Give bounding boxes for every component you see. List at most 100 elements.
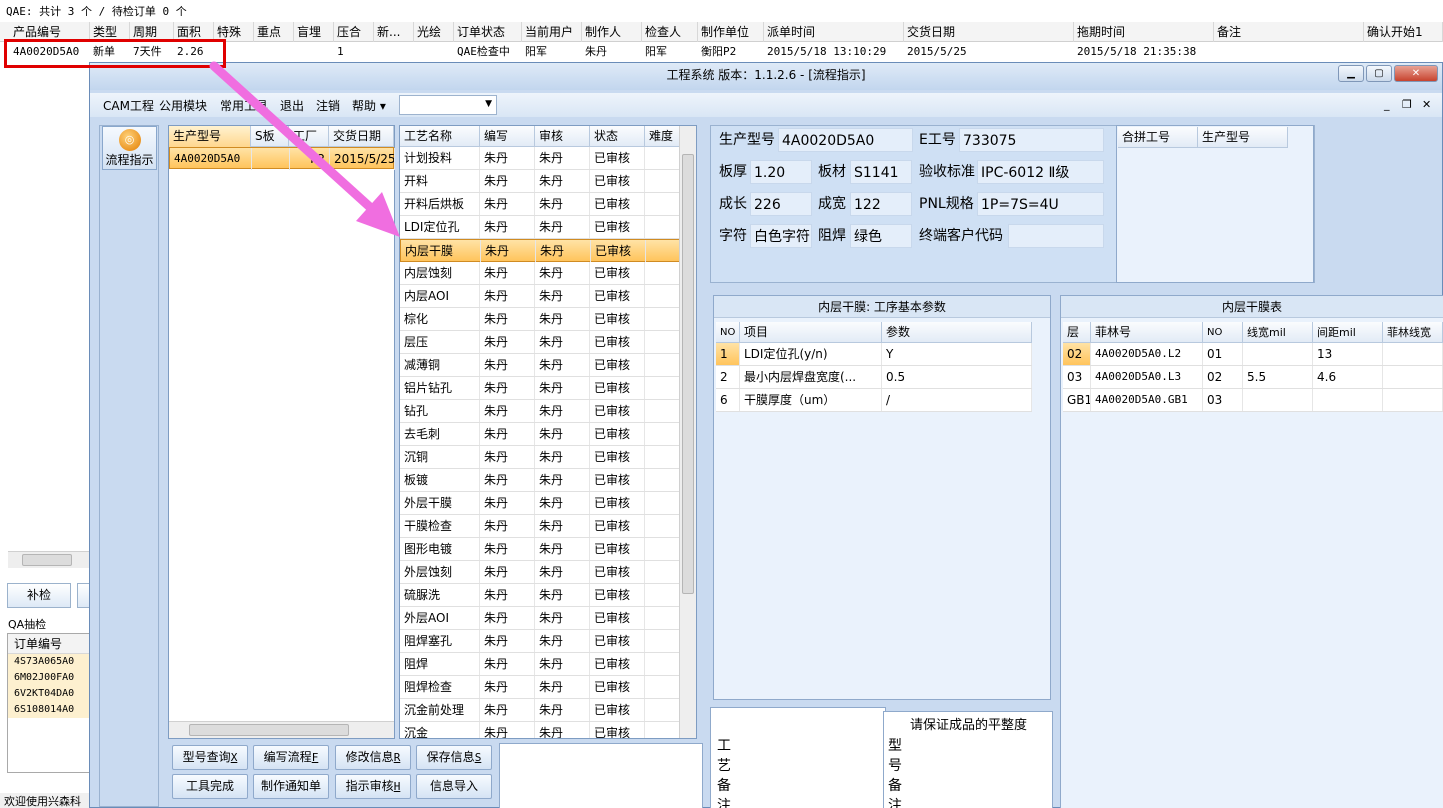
table-row[interactable]: 内层AOI 朱丹 朱丹 已审核 xyxy=(400,285,680,308)
tool-done-button[interactable]: 工具完成 xyxy=(172,774,248,799)
write-flow-button[interactable]: 编写流程F xyxy=(253,745,329,770)
thickness-value[interactable]: 1.20 xyxy=(750,160,812,184)
table-row[interactable]: 阻焊 朱丹 朱丹 已审核 xyxy=(400,653,680,676)
mdi-minimize-icon[interactable]: _ xyxy=(1384,98,1390,111)
table-row[interactable]: 6 干膜厚度（um） / xyxy=(716,389,1032,412)
list-item[interactable]: 6M02J00FA0 xyxy=(8,670,90,686)
maximize-icon[interactable]: ▢ xyxy=(1366,65,1392,82)
table-row[interactable]: 棕化 朱丹 朱丹 已审核 xyxy=(400,308,680,331)
table-row[interactable]: 外层AOI 朱丹 朱丹 已审核 xyxy=(400,607,680,630)
table-row[interactable]: 阻焊检查 朱丹 朱丹 已审核 xyxy=(400,676,680,699)
col-header[interactable]: 工艺名称 xyxy=(400,126,480,147)
table-row[interactable]: 02 4A0020D5A0.L2 01 13 xyxy=(1063,343,1443,366)
menu-combo-select[interactable]: ▼ xyxy=(399,95,497,115)
material-value[interactable]: S1141 xyxy=(850,160,912,184)
scroll-thumb[interactable] xyxy=(22,554,72,566)
list-item[interactable]: 4S73A065A0 xyxy=(8,654,90,670)
table-row[interactable]: 沉金 朱丹 朱丹 已审核 xyxy=(400,722,680,738)
table-row[interactable]: 铝片钻孔 朱丹 朱丹 已审核 xyxy=(400,377,680,400)
process-note-box[interactable]: 工艺备注 xyxy=(710,707,886,808)
col-header[interactable]: 制作单位 xyxy=(698,22,764,42)
col-header[interactable]: 重点 xyxy=(254,22,294,42)
col-header[interactable]: 难度 xyxy=(645,126,680,147)
table-row[interactable]: 开料 朱丹 朱丹 已审核 xyxy=(400,170,680,193)
col-header[interactable]: S板 xyxy=(251,126,289,147)
message-box[interactable] xyxy=(499,743,703,808)
v-scrollbar[interactable] xyxy=(679,126,696,738)
menu-common-module[interactable]: 公用模块 xyxy=(159,97,207,114)
import-info-button[interactable]: 信息导入 xyxy=(416,774,492,799)
recheck-button[interactable]: 补检 xyxy=(7,583,71,608)
table-row[interactable]: 内层蚀刻 朱丹 朱丹 已审核 xyxy=(400,262,680,285)
table-row[interactable]: 1 LDI定位孔(y/n) Y xyxy=(716,343,1032,366)
col-header[interactable]: 压合 xyxy=(334,22,374,42)
h-scrollbar[interactable] xyxy=(8,551,90,568)
save-info-button[interactable]: 保存信息S xyxy=(416,745,492,770)
table-row[interactable]: 层压 朱丹 朱丹 已审核 xyxy=(400,331,680,354)
col-header[interactable]: 当前用户 xyxy=(522,22,582,42)
col-header[interactable]: 订单状态 xyxy=(454,22,522,42)
col-header[interactable]: 状态 xyxy=(590,126,645,147)
table-row[interactable]: 2 最小内层焊盘宽度(... 0.5 xyxy=(716,366,1032,389)
col-header[interactable]: 项目 xyxy=(740,322,882,343)
col-header[interactable]: 检查人 xyxy=(642,22,698,42)
standard-value[interactable]: IPC-6012 Ⅱ级 xyxy=(977,160,1104,184)
minimize-icon[interactable]: ▁ xyxy=(1338,65,1364,82)
table-row[interactable]: 阻焊塞孔 朱丹 朱丹 已审核 xyxy=(400,630,680,653)
table-row[interactable]: 干膜检查 朱丹 朱丹 已审核 xyxy=(400,515,680,538)
table-row[interactable]: 4A0020D5A0 P2 2015/5/25 xyxy=(169,147,395,170)
col-header[interactable]: 制作人 xyxy=(582,22,642,42)
col-header[interactable]: 菲林线宽 xyxy=(1383,322,1443,342)
col-header[interactable]: 工厂 xyxy=(289,126,329,147)
col-header[interactable]: NO xyxy=(716,322,740,343)
model-value[interactable]: 4A0020D5A0 xyxy=(778,128,913,152)
menu-cam[interactable]: CAM工程 xyxy=(103,97,154,114)
edit-info-button[interactable]: 修改信息R xyxy=(335,745,411,770)
menu-logout[interactable]: 注销 xyxy=(316,97,340,114)
table-row[interactable]: GB1 4A0020D5A0.GB1 03 xyxy=(1063,389,1443,412)
col-header[interactable]: 菲林号 xyxy=(1091,322,1203,342)
list-item[interactable]: 6S108014A0 xyxy=(8,702,90,718)
scroll-thumb[interactable] xyxy=(682,154,694,594)
col-header[interactable]: 派单时间 xyxy=(764,22,904,42)
col-header[interactable]: NO xyxy=(1203,322,1243,342)
h-scrollbar[interactable] xyxy=(169,721,394,738)
table-row[interactable]: 图形电镀 朱丹 朱丹 已审核 xyxy=(400,538,680,561)
col-header[interactable]: 备注 xyxy=(1214,22,1364,42)
col-header[interactable]: 确认开始1 xyxy=(1364,22,1443,42)
list-item[interactable]: 6V2KT04DA0 xyxy=(8,686,90,702)
col-header[interactable]: 合拼工号 xyxy=(1118,127,1198,148)
client-code-value[interactable] xyxy=(1008,224,1104,248)
review-instruction-button[interactable]: 指示审核H xyxy=(335,774,411,799)
table-row[interactable]: 减薄铜 朱丹 朱丹 已审核 xyxy=(400,354,680,377)
mask-value[interactable]: 绿色 xyxy=(850,224,912,248)
flow-instruction-button[interactable]: ◎ 流程指示 xyxy=(102,126,157,170)
table-row[interactable]: 外层干膜 朱丹 朱丹 已审核 xyxy=(400,492,680,515)
table-row[interactable]: 开料后烘板 朱丹 朱丹 已审核 xyxy=(400,193,680,216)
col-header[interactable]: 光绘 xyxy=(414,22,454,42)
e-number-value[interactable]: 733075 xyxy=(959,128,1104,152)
col-header[interactable]: 交货日期 xyxy=(329,126,394,147)
table-row[interactable]: 去毛刺 朱丹 朱丹 已审核 xyxy=(400,423,680,446)
table-row[interactable]: 内层干膜 朱丹 朱丹 已审核 xyxy=(400,239,681,262)
table-row[interactable]: 沉铜 朱丹 朱丹 已审核 xyxy=(400,446,680,469)
table-row[interactable]: 硫脲洗 朱丹 朱丹 已审核 xyxy=(400,584,680,607)
table-row[interactable]: 沉金前处理 朱丹 朱丹 已审核 xyxy=(400,699,680,722)
col-header[interactable]: 编写 xyxy=(480,126,535,147)
col-header[interactable]: 盲埋 xyxy=(294,22,334,42)
table-row[interactable]: LDI定位孔 朱丹 朱丹 已审核 xyxy=(400,216,680,239)
col-header[interactable]: 生产型号 xyxy=(1198,127,1288,148)
table-row[interactable]: 钻孔 朱丹 朱丹 已审核 xyxy=(400,400,680,423)
table-row[interactable]: 03 4A0020D5A0.L3 02 5.5 4.6 xyxy=(1063,366,1443,389)
width-value[interactable]: 122 xyxy=(850,192,912,216)
col-header[interactable]: 拖期时间 xyxy=(1074,22,1214,42)
mdi-restore-icon[interactable]: ❐ xyxy=(1402,98,1412,111)
col-header[interactable]: 新... xyxy=(374,22,414,42)
col-header[interactable]: 审核 xyxy=(535,126,590,147)
close-icon[interactable]: ✕ xyxy=(1394,65,1438,82)
menu-exit[interactable]: 退出 xyxy=(280,97,304,114)
col-header[interactable]: 线宽mil xyxy=(1243,322,1313,342)
mdi-close-icon[interactable]: ✕ xyxy=(1422,98,1431,111)
length-value[interactable]: 226 xyxy=(750,192,812,216)
table-row[interactable]: 板镀 朱丹 朱丹 已审核 xyxy=(400,469,680,492)
